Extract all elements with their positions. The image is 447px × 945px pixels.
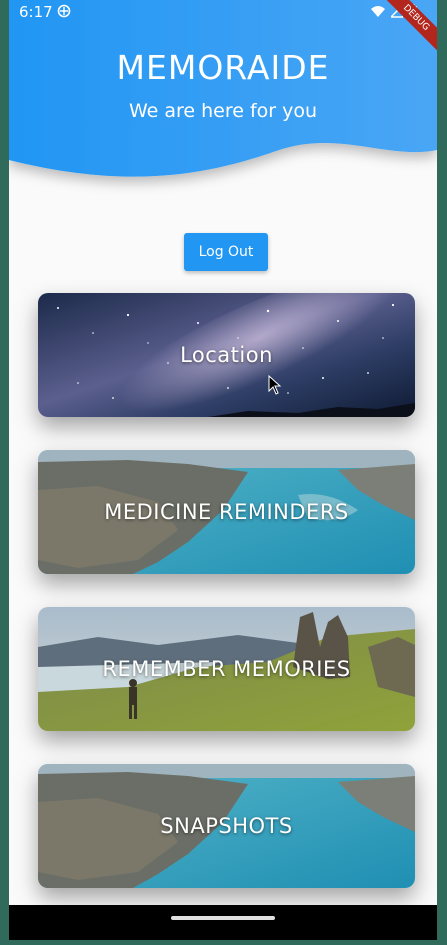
location-card-label: Location	[180, 343, 273, 367]
app-title: MEMORAIDE	[116, 48, 330, 87]
app-screen: MEMORAIDE We are here for you 6:17 DEBUG…	[9, 0, 437, 940]
header-banner: MEMORAIDE We are here for you	[9, 0, 437, 200]
snapshots-card[interactable]: SNAPSHOTS	[38, 764, 415, 888]
device-frame: MEMORAIDE We are here for you 6:17 DEBUG…	[0, 0, 447, 945]
status-bar: 6:17	[9, 0, 437, 26]
status-time: 6:17	[19, 3, 53, 21]
medicine-reminders-card-label: MEDICINE REMINDERS	[104, 500, 349, 524]
remember-memories-card[interactable]: REMEMBER MEMORIES	[38, 607, 415, 731]
snapshots-card-label: SNAPSHOTS	[160, 814, 293, 838]
remember-memories-card-label: REMEMBER MEMORIES	[102, 657, 351, 681]
sync-icon	[57, 4, 71, 18]
mouse-cursor-icon	[268, 375, 282, 395]
location-card[interactable]: Location	[38, 293, 415, 417]
navigation-bar	[9, 905, 437, 940]
home-gesture-handle[interactable]	[171, 916, 275, 920]
app-subtitle: We are here for you	[128, 100, 318, 122]
medicine-reminders-card[interactable]: MEDICINE REMINDERS	[38, 450, 415, 574]
wifi-icon	[371, 6, 385, 17]
log-out-button[interactable]: Log Out	[184, 233, 268, 271]
